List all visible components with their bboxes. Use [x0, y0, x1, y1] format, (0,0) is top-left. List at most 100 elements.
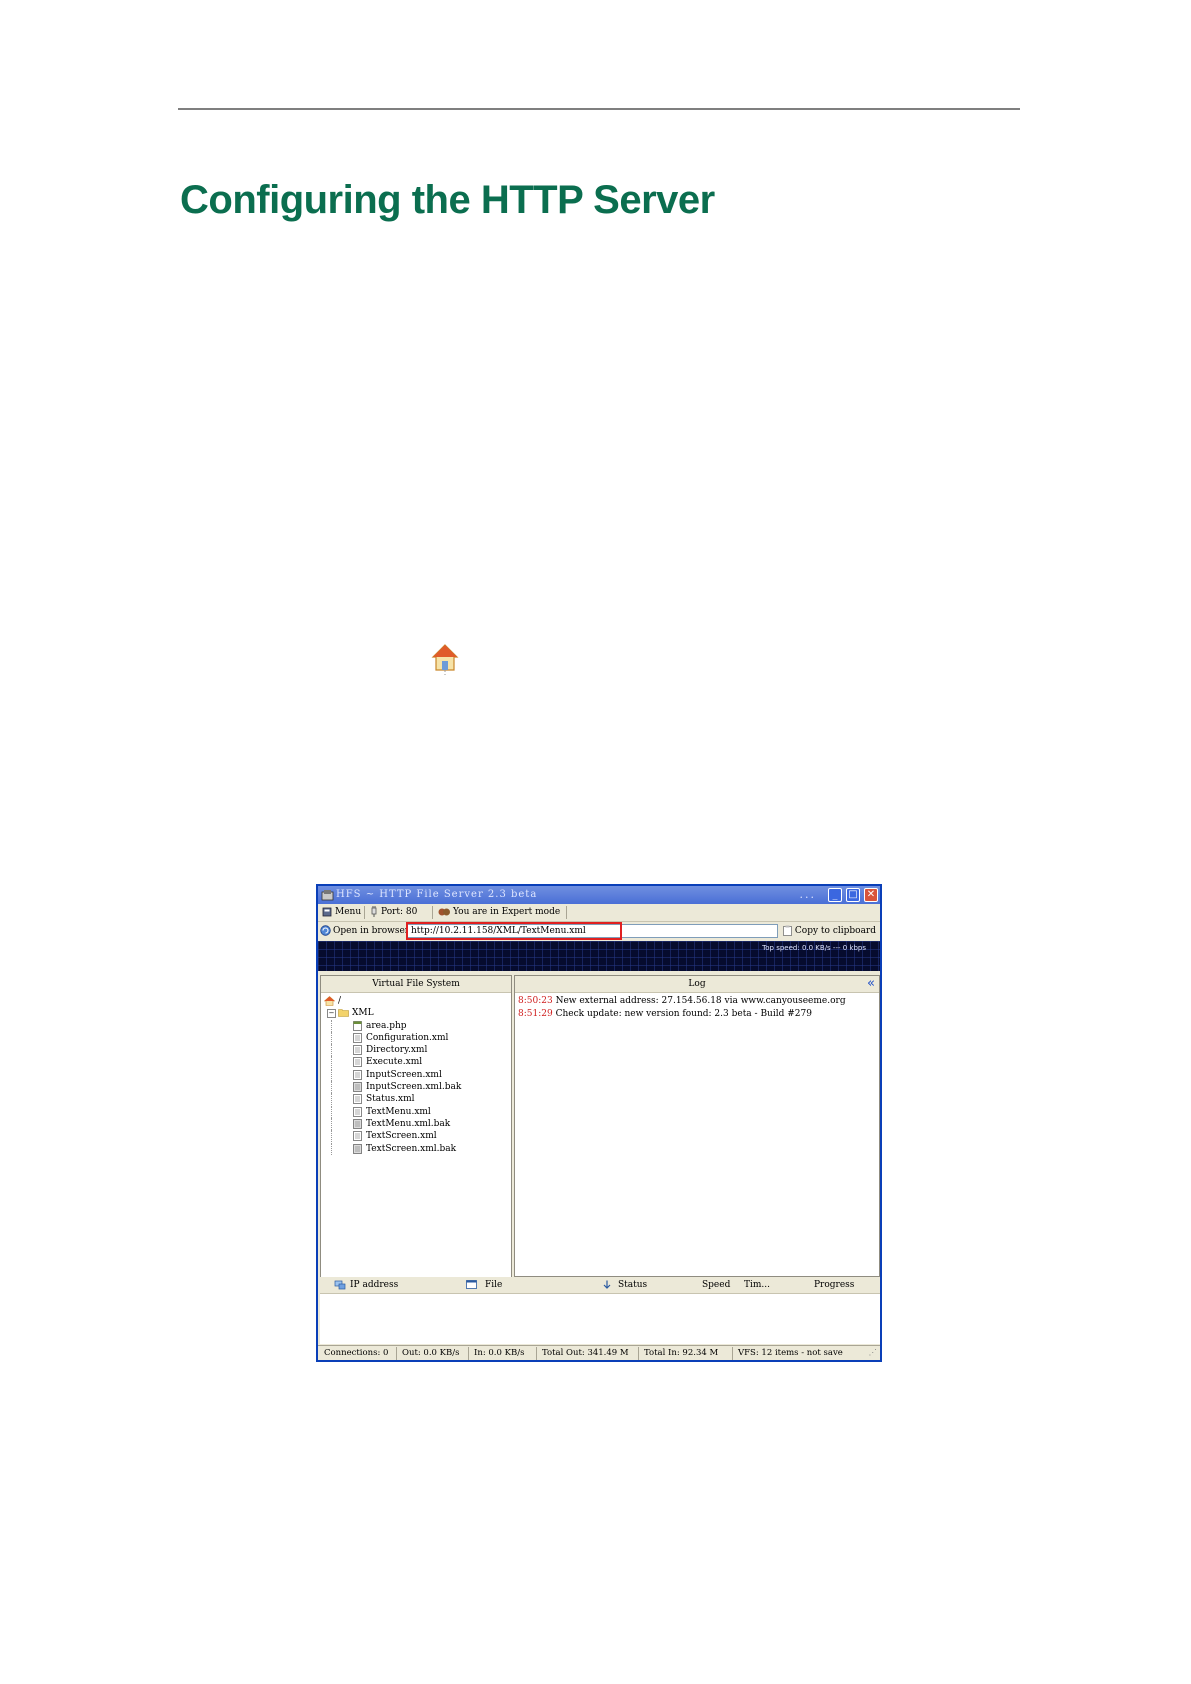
- open-in-browser-label: Open in browser: [333, 926, 410, 936]
- column-file[interactable]: File: [466, 1279, 502, 1291]
- column-speed[interactable]: Speed: [702, 1279, 730, 1291]
- log-header: Log: [515, 976, 879, 993]
- tree-file-label: TextMenu.xml.bak: [366, 1118, 451, 1129]
- url-highlight-box: [406, 922, 622, 940]
- bandwidth-graph: Top speed: 0.0 KB/s --- 0 kbps: [318, 941, 880, 971]
- column-ip-address[interactable]: IP address: [334, 1279, 398, 1291]
- menu-button[interactable]: Menu: [322, 906, 361, 919]
- browser-icon: [320, 925, 331, 936]
- status-separator: [468, 1347, 469, 1360]
- window-title: HFS ~ HTTP File Server 2.3 beta: [336, 889, 538, 900]
- status-total-in: Total In: 92.34 M: [644, 1348, 719, 1358]
- folder-icon: [338, 1009, 349, 1018]
- tree-file[interactable]: TextMenu.xml: [321, 1105, 511, 1118]
- tree-folder-label: XML: [352, 1008, 374, 1019]
- maximize-button[interactable]: □: [846, 888, 860, 902]
- tree-file-label: InputScreen.xml.bak: [366, 1082, 462, 1093]
- tree-file[interactable]: TextScreen.xml: [321, 1130, 511, 1143]
- tree-connector: [331, 1130, 342, 1143]
- url-bar: Open in browser http://10.2.11.158/XML/T…: [318, 922, 880, 940]
- tree-file-label: Execute.xml: [366, 1057, 423, 1068]
- log-entry: 8:51:29 Check update: new version found:…: [518, 1008, 876, 1021]
- tree-connector: [331, 1117, 342, 1130]
- tree-root-label: /: [338, 996, 342, 1006]
- copy-to-clipboard-button[interactable]: Copy to clipboard: [783, 925, 876, 936]
- column-file-label: File: [485, 1280, 503, 1290]
- clipboard-icon: [783, 925, 792, 936]
- tree-connector: [331, 1081, 342, 1094]
- tree-file-label: Status.xml: [366, 1094, 415, 1105]
- download-icon: [603, 1280, 611, 1289]
- connections-list[interactable]: [320, 1294, 880, 1344]
- tree-connector: [331, 1056, 342, 1069]
- close-button[interactable]: ✕: [864, 888, 878, 902]
- tree-file[interactable]: InputScreen.xml: [321, 1068, 511, 1081]
- collapse-log-icon[interactable]: «: [867, 976, 875, 992]
- tree-file[interactable]: InputScreen.xml.bak: [321, 1081, 511, 1094]
- column-status[interactable]: Status: [602, 1279, 647, 1291]
- script-file-icon: [353, 1020, 362, 1031]
- status-bar: Connections: 0 Out: 0.0 KB/s In: 0.0 KB/…: [318, 1345, 880, 1360]
- hfs-window: HFS ~ HTTP File Server 2.3 beta ... _ □ …: [316, 884, 882, 1362]
- status-in: In: 0.0 KB/s: [474, 1348, 525, 1358]
- tree-file[interactable]: Status.xml: [321, 1093, 511, 1106]
- tree-file[interactable]: Configuration.xml: [321, 1031, 511, 1044]
- tree-file-label: TextScreen.xml: [366, 1131, 437, 1142]
- hfs-app-icon: [321, 890, 334, 901]
- open-in-browser-button[interactable]: Open in browser: [320, 925, 409, 936]
- home-icon: [324, 996, 335, 1006]
- main-toolbar: Menu Port: 80 You are in Expert mode: [318, 904, 880, 922]
- page-title: Configuring the HTTP Server: [180, 178, 715, 222]
- mode-button[interactable]: You are in Expert mode: [438, 906, 560, 919]
- resize-grip-icon[interactable]: ⋰: [869, 1348, 878, 1359]
- tree-file-label: InputScreen.xml: [366, 1069, 442, 1080]
- tree-folder-xml[interactable]: − XML: [321, 1007, 511, 1019]
- port-button[interactable]: Port: 80: [370, 906, 417, 919]
- log-text: New external address: 27.154.56.18 via w…: [555, 996, 846, 1006]
- status-vfs: VFS: 12 items - not save: [738, 1348, 843, 1358]
- status-separator: [638, 1347, 639, 1360]
- menu-icon: [322, 907, 332, 916]
- xml-file-icon: [353, 1131, 362, 1142]
- window-titlebar[interactable]: HFS ~ HTTP File Server 2.3 beta ... _ □ …: [318, 886, 880, 904]
- xml-file-icon: [353, 1069, 362, 1080]
- tree-file-label: area.php: [366, 1020, 407, 1031]
- tree-connector: [331, 1105, 342, 1118]
- backup-file-icon: [353, 1143, 362, 1154]
- tree-file[interactable]: TextMenu.xml.bak: [321, 1117, 511, 1130]
- tree-root[interactable]: /: [321, 995, 511, 1007]
- tree-connector: [331, 1093, 342, 1106]
- network-icon: [334, 1280, 346, 1289]
- tree-file-label: TextScreen.xml.bak: [366, 1143, 457, 1154]
- minimize-button[interactable]: _: [828, 888, 842, 902]
- toolbar-separator: [364, 906, 365, 919]
- expert-mode-icon: [438, 908, 450, 915]
- tree-file[interactable]: TextScreen.xml.bak: [321, 1142, 511, 1155]
- column-status-label: Status: [618, 1280, 648, 1290]
- menu-label: Menu: [335, 907, 362, 917]
- collapse-icon[interactable]: −: [327, 1009, 336, 1019]
- tree-file[interactable]: Directory.xml: [321, 1044, 511, 1057]
- tree-file-label: Configuration.xml: [366, 1032, 449, 1043]
- home-icon: [431, 644, 459, 675]
- tree-file-label: Directory.xml: [366, 1045, 428, 1056]
- log-entry: 8:50:23 New external address: 27.154.56.…: [518, 995, 876, 1008]
- toolbar-separator: [566, 906, 567, 919]
- copy-to-clipboard-label: Copy to clipboard: [794, 926, 876, 936]
- column-speed-label: Speed: [702, 1280, 731, 1290]
- log-text: Check update: new version found: 2.3 bet…: [555, 1009, 812, 1019]
- column-time-label: Tim...: [744, 1280, 770, 1290]
- column-time[interactable]: Tim...: [744, 1279, 770, 1291]
- plug-icon: [371, 906, 377, 917]
- file-icon: [466, 1280, 477, 1289]
- connections-header: IP address File Status Speed Tim... Prog…: [320, 1277, 880, 1294]
- tree-file[interactable]: Execute.xml: [321, 1056, 511, 1069]
- column-progress[interactable]: Progress: [814, 1279, 854, 1291]
- tree-connector: [331, 1068, 342, 1081]
- vfs-header: Virtual File System: [321, 976, 511, 993]
- tree-file[interactable]: area.php: [321, 1019, 511, 1032]
- log-panel[interactable]: Log « 8:50:23 New external address: 27.1…: [514, 975, 880, 1277]
- vfs-tree: / − XML area.php Configuration.xml Directo…: [321, 993, 511, 1155]
- column-ip-address-label: IP address: [350, 1280, 399, 1290]
- xml-file-icon: [353, 1094, 362, 1105]
